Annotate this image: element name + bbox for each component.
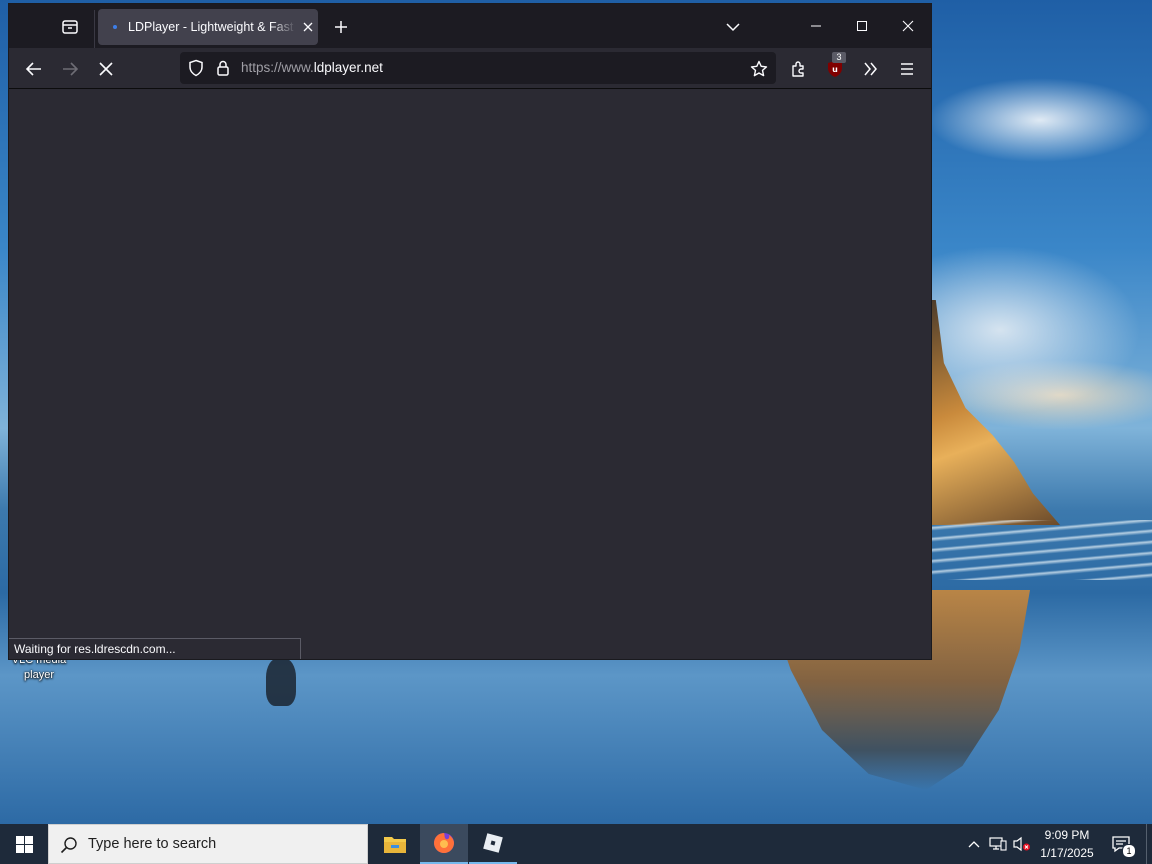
taskbar-firefox[interactable] [420, 824, 468, 864]
url-host: ldplayer.net [313, 60, 383, 75]
bookmark-star-icon[interactable] [748, 58, 770, 80]
tab-title: LDPlayer - Lightweight & Fast Android Em… [128, 20, 296, 34]
minimize-icon [811, 25, 821, 27]
minimize-button[interactable] [793, 8, 839, 44]
back-button[interactable] [19, 54, 49, 84]
action-center-button[interactable]: 1 [1108, 832, 1136, 858]
url-scheme: https://www. [241, 60, 314, 75]
stop-icon [99, 62, 113, 76]
windows-logo-icon [15, 835, 33, 853]
taskbar-clock[interactable]: 9:09 PM 1/17/2025 [1034, 826, 1100, 862]
plus-icon [335, 21, 347, 33]
arrow-left-icon [25, 62, 41, 76]
taskbar-roblox[interactable] [469, 824, 517, 864]
forward-button[interactable] [55, 54, 85, 84]
firefox-icon [434, 833, 454, 853]
chevron-up-icon [968, 841, 980, 848]
wallpaper-figure [266, 658, 296, 706]
url-text[interactable]: https://www.ldplayer.net [241, 60, 383, 75]
file-explorer-icon [384, 837, 406, 853]
wallpaper-waves [930, 520, 1152, 580]
firefox-window: LDPlayer - Lightweight & Fast Android Em… [9, 4, 931, 659]
taskbar: Type here to search 9:09 PM 1/17/2025 1 [0, 824, 1152, 864]
stop-button[interactable] [91, 54, 121, 84]
extensions-button[interactable] [784, 54, 814, 84]
tab-close-icon[interactable] [300, 19, 316, 35]
wallpaper-rock [925, 300, 1060, 525]
list-all-tabs-button[interactable] [719, 13, 747, 41]
show-desktop-button[interactable] [1146, 824, 1152, 864]
new-tab-button[interactable] [327, 13, 355, 41]
roblox-icon [483, 833, 503, 853]
arrow-right-icon [63, 62, 79, 76]
hamburger-icon [901, 63, 913, 75]
tracking-protection-icon[interactable] [186, 58, 206, 78]
clock-date: 1/17/2025 [1040, 846, 1094, 860]
tab-list-icon [62, 20, 78, 34]
puzzle-icon [792, 61, 804, 77]
lock-icon[interactable] [213, 58, 233, 78]
clock-time: 9:09 PM [1044, 828, 1090, 842]
search-icon [59, 835, 79, 855]
maximize-button[interactable] [839, 8, 885, 44]
maximize-icon [857, 21, 867, 31]
chevron-down-icon [726, 23, 740, 32]
tab-bar: LDPlayer - Lightweight & Fast Android Em… [9, 4, 931, 50]
tab-ldplayer[interactable]: LDPlayer - Lightweight & Fast Android Em… [98, 9, 318, 45]
navigation-toolbar: https://www.ldplayer.net u 3 [9, 48, 931, 89]
ublock-badge: 3 [832, 52, 846, 63]
taskbar-file-explorer[interactable] [371, 824, 419, 864]
loading-icon [108, 20, 122, 34]
tab-list-button[interactable] [53, 13, 87, 41]
close-icon [902, 20, 914, 32]
tab-divider [94, 10, 95, 50]
double-chevron-right-icon [864, 62, 877, 76]
url-bar[interactable]: https://www.ldplayer.net [180, 52, 776, 84]
page-content[interactable] [9, 89, 931, 659]
more-tools-button[interactable] [856, 54, 886, 84]
search-placeholder: Type here to search [88, 836, 217, 852]
app-menu-button[interactable] [892, 54, 922, 84]
taskbar-search-box[interactable]: Type here to search [48, 824, 368, 864]
status-panel: Waiting for res.ldrescdn.com... [9, 638, 301, 659]
show-hidden-icons-button[interactable] [964, 834, 984, 854]
close-window-button[interactable] [885, 8, 931, 44]
ublock-origin-button[interactable]: u 3 [820, 52, 850, 84]
notification-count-badge: 1 [1122, 844, 1136, 858]
volume-muted-icon[interactable] [1012, 834, 1032, 854]
network-icon[interactable] [988, 834, 1008, 854]
svg-text:u: u [832, 65, 838, 74]
start-button[interactable] [0, 824, 48, 864]
